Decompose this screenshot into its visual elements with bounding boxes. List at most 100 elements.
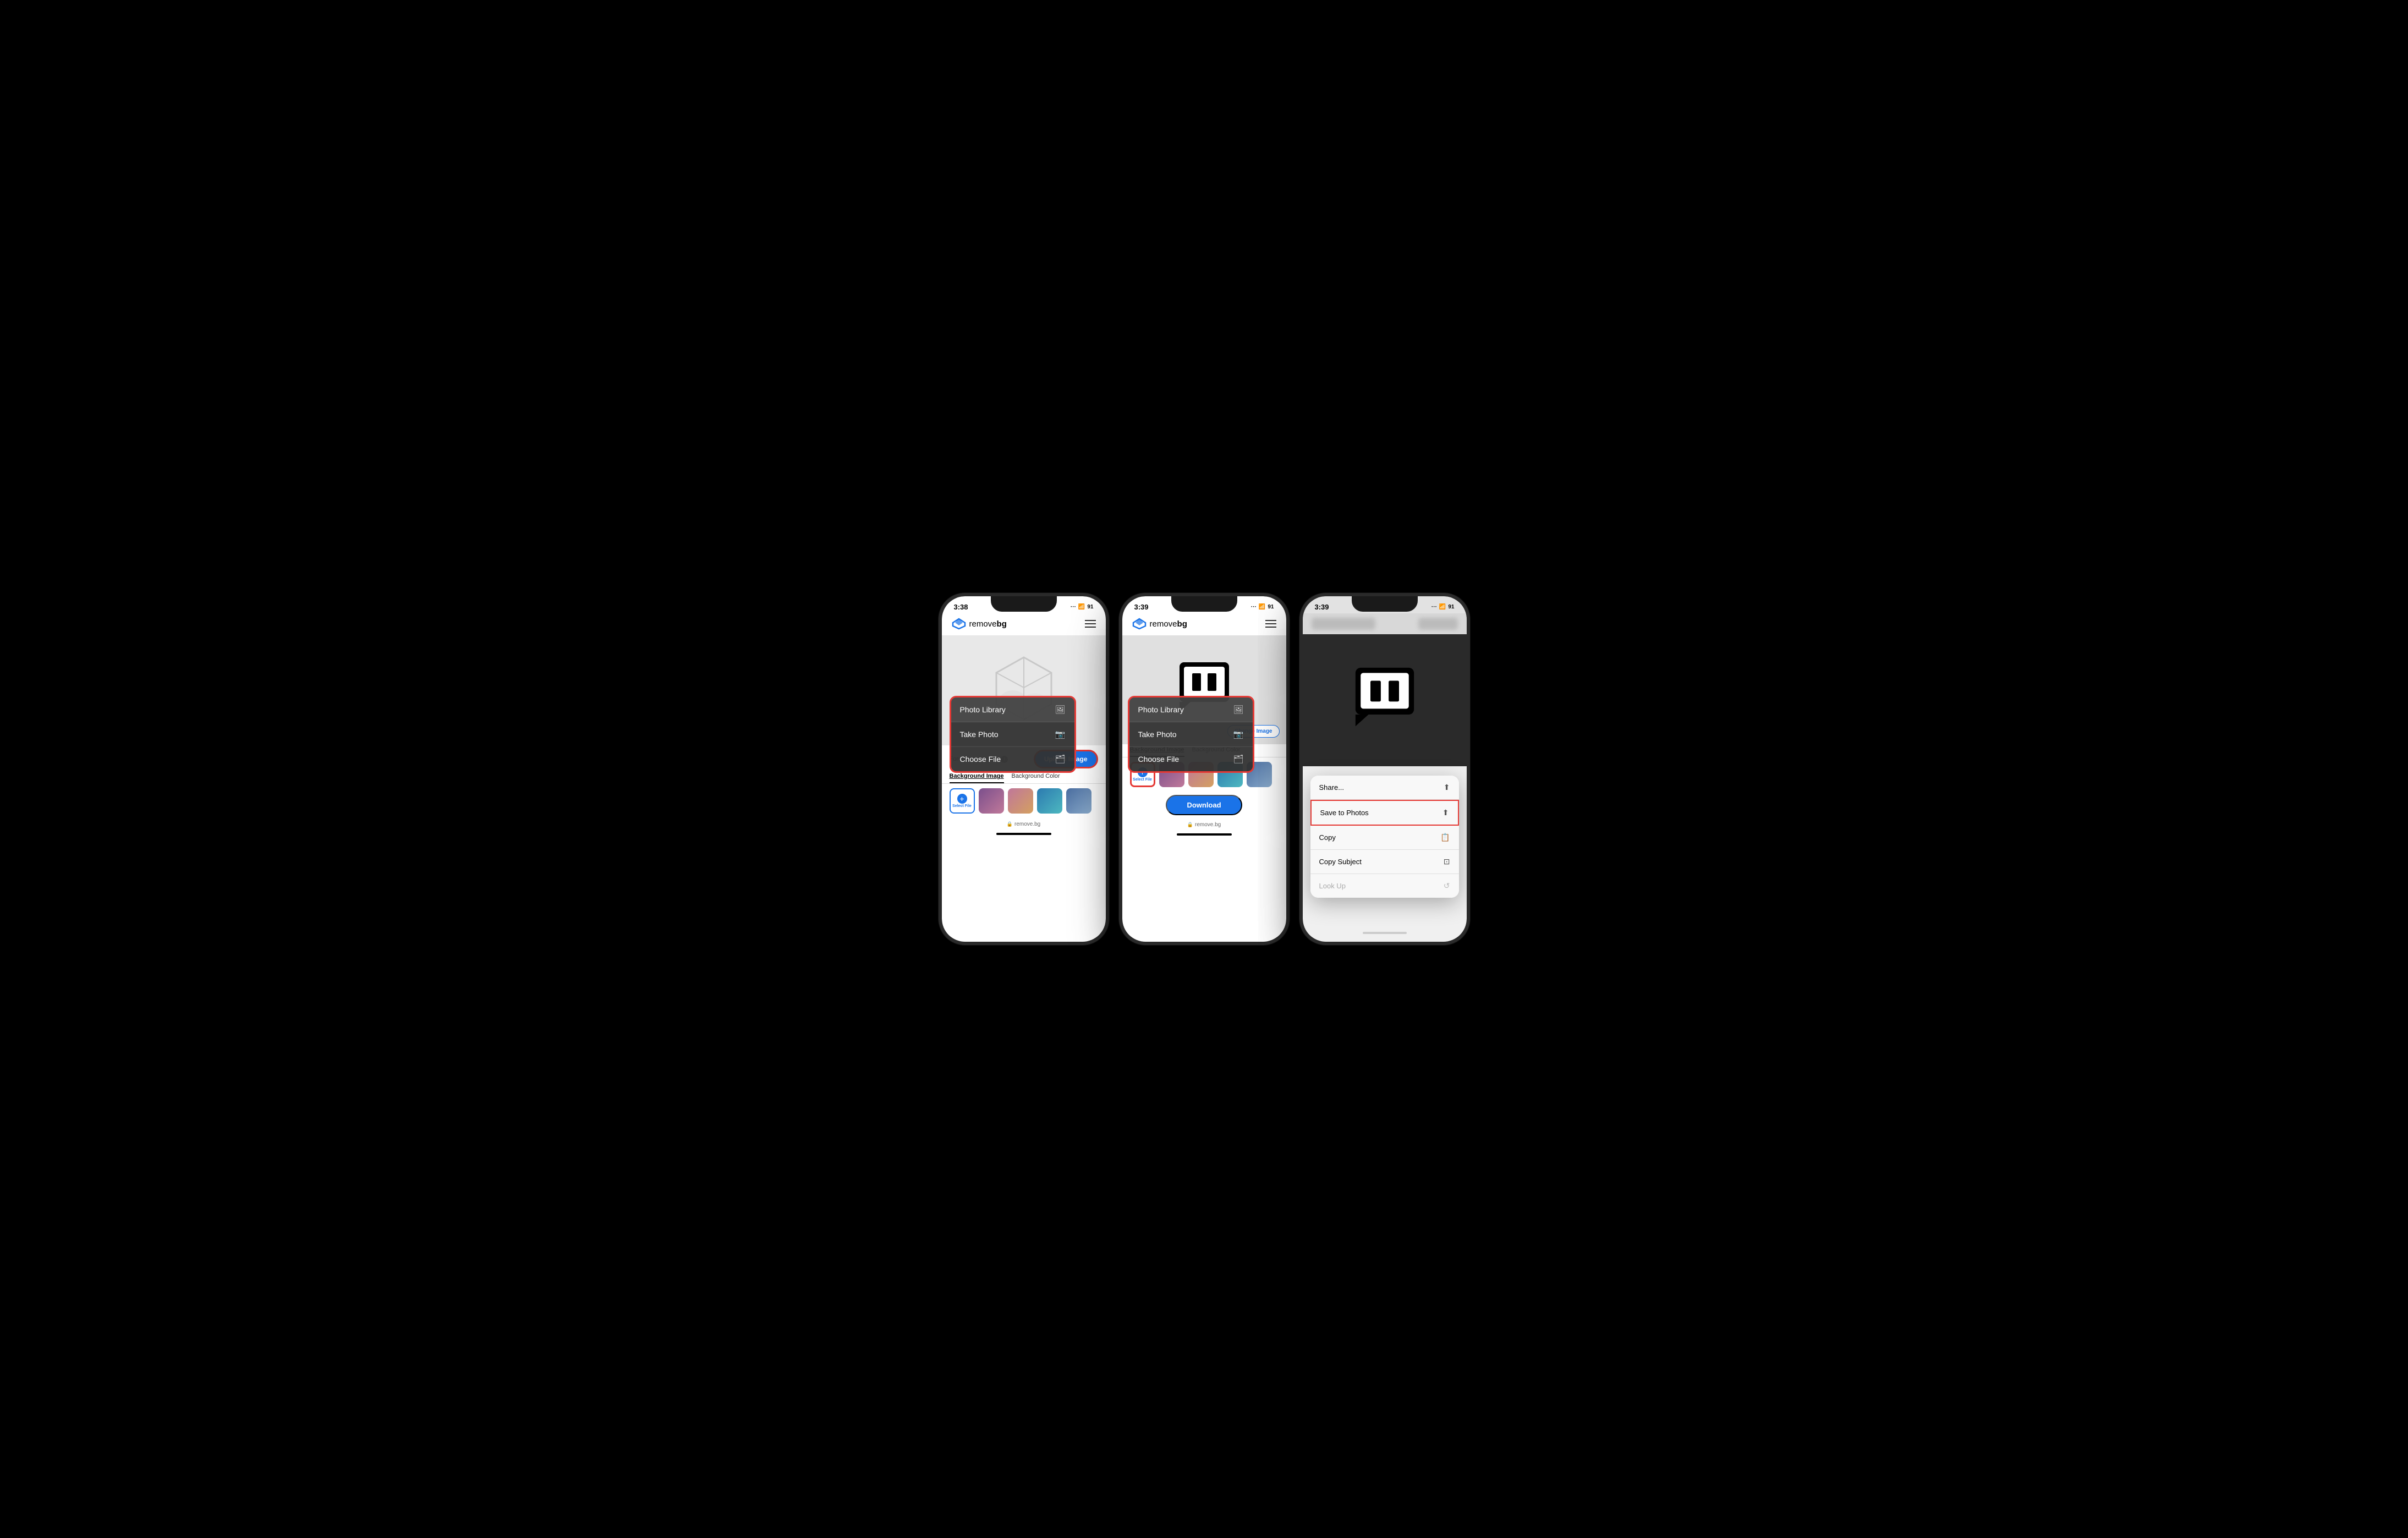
download-button-2[interactable]: Download bbox=[1166, 795, 1242, 815]
home-indicator-3 bbox=[1363, 932, 1407, 934]
scene: 3:38 ··· 📶 91 removebg bbox=[928, 576, 1481, 962]
dropdown-item-label-2: Take Photo bbox=[960, 730, 999, 739]
share-icon-3: ⬆ bbox=[1444, 783, 1450, 792]
status-bar-2: 3:39 ··· 📶 91 bbox=[1122, 596, 1286, 613]
phone-1-screen: 3:38 ··· 📶 91 removebg bbox=[942, 596, 1106, 942]
logo-icon-1 bbox=[952, 618, 966, 630]
wifi-icon-1: 📶 bbox=[1078, 604, 1085, 610]
logo-text-1: removebg bbox=[969, 619, 1007, 629]
copy-item-3[interactable]: Copy 📋 bbox=[1310, 826, 1459, 850]
battery-icon-3: 91 bbox=[1448, 604, 1454, 610]
bg-thumb-3[interactable] bbox=[1037, 788, 1062, 814]
look-up-icon-3: ↺ bbox=[1444, 881, 1450, 891]
tab-background-color-1[interactable]: Background Color bbox=[1012, 773, 1060, 783]
phone-1: 3:38 ··· 📶 91 removebg bbox=[939, 593, 1109, 945]
bg-images-1: + Select File bbox=[942, 784, 1106, 818]
dropdown-choose-file-1[interactable]: Choose File 🗂 bbox=[951, 747, 1074, 771]
bg-thumb-2[interactable] bbox=[1008, 788, 1033, 814]
dropdown-item-label-3: Choose File bbox=[960, 755, 1001, 763]
plus-icon-1: + bbox=[957, 794, 967, 804]
status-icons-1: ··· 📶 91 bbox=[1071, 604, 1094, 610]
twitch-preview-2: Change Image Photo Library 🖼 Take Photo … bbox=[1122, 635, 1286, 744]
logo-2: removebg bbox=[1132, 618, 1187, 630]
phone-2: 3:39 ··· 📶 91 removebg bbox=[1119, 593, 1290, 945]
bottom-bar-2: 🔒 remove.bg bbox=[1122, 819, 1286, 833]
dropdown-item-label-tp-2: Take Photo bbox=[1138, 730, 1177, 739]
dropdown-choose-file-2[interactable]: Choose File 🗂 bbox=[1129, 747, 1253, 771]
home-indicator-1 bbox=[996, 833, 1051, 835]
battery-icon-2: 91 bbox=[1268, 604, 1274, 610]
dropdown-take-photo-1[interactable]: Take Photo 📷 bbox=[951, 722, 1074, 747]
url-text-1: remove.bg bbox=[1014, 821, 1040, 827]
twitch-preview-3 bbox=[1303, 634, 1467, 766]
dropdown-photo-library-1[interactable]: Photo Library 🖼 bbox=[951, 697, 1074, 722]
bg-thumb-1[interactable] bbox=[979, 788, 1004, 814]
save-icon-3: ⬆ bbox=[1442, 808, 1449, 817]
signal-icon-2: ··· bbox=[1251, 604, 1257, 610]
take-photo-icon-1: 📷 bbox=[1055, 729, 1066, 739]
select-file-label-2: Select File bbox=[1133, 778, 1152, 782]
signal-icon-1: ··· bbox=[1071, 604, 1076, 610]
dropdown-item-label-cf-2: Choose File bbox=[1138, 755, 1180, 763]
bg-thumb-4[interactable] bbox=[1066, 788, 1091, 814]
select-file-label-1: Select File bbox=[952, 804, 972, 808]
logo-icon-2 bbox=[1132, 618, 1147, 630]
lock-icon-2: 🔒 bbox=[1187, 822, 1193, 828]
navbar-1: removebg bbox=[942, 613, 1106, 635]
time-2: 3:39 bbox=[1134, 603, 1149, 611]
phone-2-screen: 3:39 ··· 📶 91 removebg bbox=[1122, 596, 1286, 942]
logo-1: removebg bbox=[952, 618, 1007, 630]
url-bar-1: 🔒 remove.bg bbox=[1007, 821, 1040, 827]
status-icons-2: ··· 📶 91 bbox=[1251, 604, 1274, 610]
copy-subject-label-3: Copy Subject bbox=[1319, 858, 1362, 866]
choose-file-icon-1: 🗂 bbox=[1055, 754, 1065, 764]
dropdown-photo-library-2[interactable]: Photo Library 🖼 bbox=[1129, 697, 1253, 722]
blurred-text-3: remove bg bbox=[1312, 618, 1376, 630]
navbar-2: removebg bbox=[1122, 613, 1286, 635]
dropdown-1: Photo Library 🖼 Take Photo 📷 Choose File… bbox=[950, 696, 1076, 773]
home-indicator-2 bbox=[1177, 833, 1232, 836]
signal-icon-3: ··· bbox=[1431, 604, 1437, 610]
image-preview-1: Photo Library 🖼 Take Photo 📷 Choose File… bbox=[942, 635, 1106, 745]
time-1: 3:38 bbox=[954, 603, 968, 611]
hamburger-2[interactable] bbox=[1265, 620, 1276, 628]
home-area-1 bbox=[942, 833, 1106, 842]
hamburger-1[interactable] bbox=[1085, 620, 1096, 628]
dropdown-item-label-pl-2: Photo Library bbox=[1138, 705, 1184, 714]
select-file-thumb-1[interactable]: + Select File bbox=[950, 788, 975, 814]
dropdown-item-label-1: Photo Library bbox=[960, 705, 1006, 714]
photo-library-icon-2: 🖼 bbox=[1233, 705, 1243, 715]
look-up-item-3[interactable]: Look Up ↺ bbox=[1310, 874, 1459, 898]
tabs-1: Background Image Background Color bbox=[942, 773, 1106, 784]
phone-3-screen: 3:39 ··· 📶 91 remove bg ··· bbox=[1303, 596, 1467, 942]
look-up-label-3: Look Up bbox=[1319, 882, 1346, 890]
share-label-3: Share... bbox=[1319, 783, 1345, 792]
bottom-bar-1: 🔒 remove.bg bbox=[942, 818, 1106, 833]
copy-label-3: Copy bbox=[1319, 833, 1336, 842]
wifi-icon-2: 📶 bbox=[1259, 604, 1265, 610]
take-photo-icon-2: 📷 bbox=[1233, 729, 1244, 739]
status-bar-1: 3:38 ··· 📶 91 bbox=[942, 596, 1106, 613]
home-area-2 bbox=[1122, 833, 1286, 842]
wifi-icon-3: 📶 bbox=[1439, 604, 1446, 610]
time-3: 3:39 bbox=[1315, 603, 1329, 611]
copy-subject-item-3[interactable]: Copy Subject ⊡ bbox=[1310, 850, 1459, 874]
copy-icon-3: 📋 bbox=[1440, 833, 1450, 842]
home-area-3 bbox=[1363, 932, 1407, 934]
share-menu-item-3[interactable]: Share... ⬆ bbox=[1310, 776, 1459, 800]
save-to-photos-item-3[interactable]: Save to Photos ⬆ bbox=[1310, 800, 1459, 826]
url-bar-2: 🔒 remove.bg bbox=[1187, 822, 1221, 828]
blurred-text-3b: ··· bbox=[1418, 618, 1458, 630]
tab-background-image-1[interactable]: Background Image bbox=[950, 773, 1004, 783]
dropdown-2: Photo Library 🖼 Take Photo 📷 Choose File… bbox=[1128, 696, 1254, 773]
save-label-3: Save to Photos bbox=[1320, 809, 1369, 817]
photo-library-icon-1: 🖼 bbox=[1055, 705, 1065, 715]
logo-text-2: removebg bbox=[1150, 619, 1187, 629]
blurred-header-3: remove bg ··· bbox=[1303, 613, 1467, 634]
status-bar-3: 3:39 ··· 📶 91 bbox=[1303, 596, 1467, 613]
ios-share-menu-3: Share... ⬆ Save to Photos ⬆ Copy 📋 Copy … bbox=[1310, 776, 1459, 898]
choose-file-icon-2: 🗂 bbox=[1233, 754, 1243, 764]
lock-icon-1: 🔒 bbox=[1007, 821, 1013, 827]
url-text-2: remove.bg bbox=[1195, 822, 1221, 828]
dropdown-take-photo-2[interactable]: Take Photo 📷 bbox=[1129, 722, 1253, 747]
